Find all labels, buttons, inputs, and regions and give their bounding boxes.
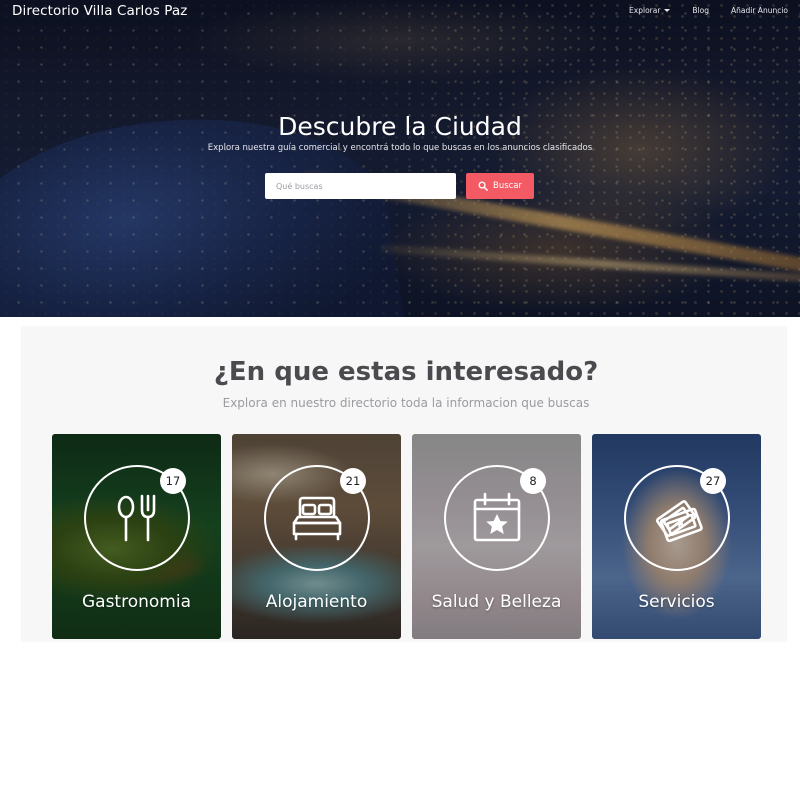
hero-subtitle: Explora nuestra guía comercial y encontr…	[207, 143, 593, 153]
bed-icon	[292, 496, 342, 541]
calendar-star-icon	[473, 492, 521, 542]
nav-add-listing-label: Añadir Anuncio	[731, 6, 788, 15]
nav-explorar-label: Explorar	[629, 6, 661, 15]
category-count-badge: 17	[160, 468, 186, 494]
category-label: Gastronomia	[81, 592, 191, 612]
category-card-alojamiento[interactable]: 21 Alojamiento	[232, 434, 401, 639]
category-card-gastronomia[interactable]: 17 Gastronomia	[52, 434, 221, 639]
section-title: ¿En que estas interesado?	[213, 357, 599, 387]
nav-blog-label: Blog	[692, 6, 710, 15]
search-icon	[478, 181, 488, 191]
section-subtitle: Explora en nuestro directorio toda la in…	[222, 396, 590, 410]
hero-title: Descubre la Ciudad	[278, 112, 522, 141]
search-button-label: Buscar	[492, 181, 523, 191]
search-button[interactable]: Buscar	[466, 173, 534, 199]
category-label: Salud y Belleza	[431, 592, 562, 612]
cutlery-icon	[117, 494, 156, 542]
navbar: Directorio Villa Carlos Paz Explorar Blo…	[0, 0, 800, 24]
category-card-servicios[interactable]: 27 Servicios	[592, 434, 761, 639]
category-count-badge: 27	[700, 468, 726, 494]
brand-logo[interactable]: Directorio Villa Carlos Paz	[12, 3, 187, 19]
category-label: Servicios	[638, 592, 715, 612]
nav-blog[interactable]: Blog	[692, 6, 709, 15]
tickets-icon	[656, 500, 703, 543]
hero-shade	[0, 0, 800, 317]
search-input[interactable]	[265, 173, 456, 199]
category-count-badge: 21	[340, 468, 366, 494]
category-card-salud-belleza[interactable]: 8 Salud y Belleza	[412, 434, 581, 639]
hero-banner: Directorio Villa Carlos Paz Explorar Blo…	[0, 0, 800, 317]
nav-links: Explorar Blog Añadir Anuncio	[629, 6, 788, 15]
nav-explorar[interactable]: Explorar	[629, 6, 671, 15]
caret-down-icon	[664, 9, 671, 12]
category-label: Alojamiento	[265, 592, 368, 612]
nav-add-listing[interactable]: Añadir Anuncio	[731, 6, 788, 15]
category-count-badge: 8	[520, 468, 546, 494]
